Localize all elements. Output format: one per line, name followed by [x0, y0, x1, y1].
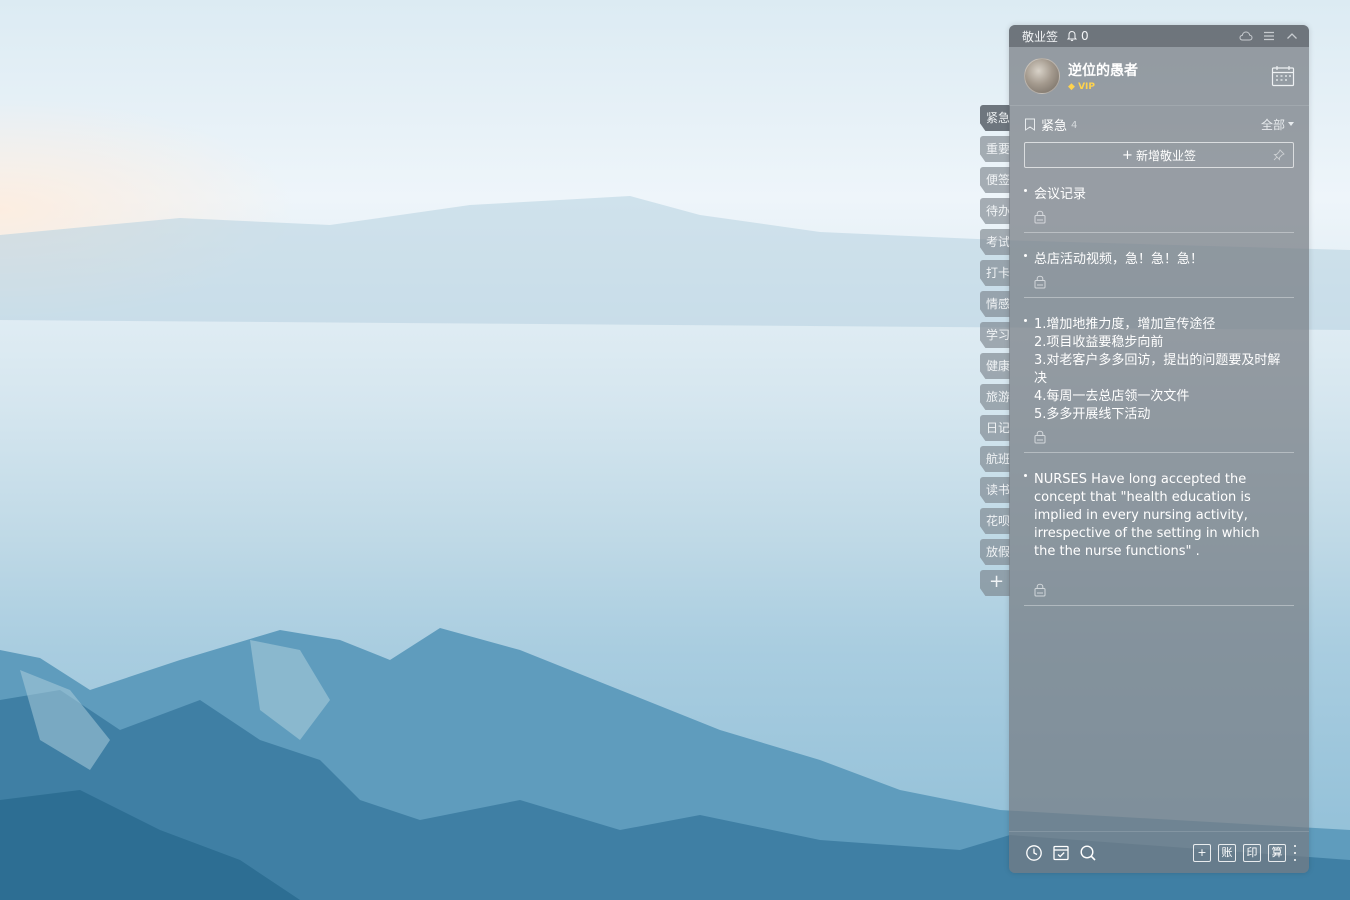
pin-icon[interactable] [1273, 149, 1285, 161]
note-text: 总店活动视频，急！急！急！ [1034, 252, 1204, 267]
checklist-icon[interactable] [1052, 844, 1070, 862]
app-title: 敬业签 [1022, 29, 1059, 44]
side-tab-holiday[interactable]: 放假 [980, 539, 1010, 565]
bullet-dot [1024, 474, 1027, 477]
category-side-tabs: 紧急 重要 便签 待办 考试 打卡 情感 学习 健康 旅游 日记 航班 读书 花… [980, 105, 1010, 601]
category-count: 4 [1071, 120, 1078, 131]
note-item[interactable]: NURSES Have long accepted the concept th… [1024, 471, 1294, 606]
vip-badge: ◆ VIP [1068, 82, 1271, 92]
side-tab-reading[interactable]: 读书 [980, 477, 1010, 503]
note-text: 会议记录 [1034, 187, 1087, 202]
avatar[interactable] [1024, 58, 1060, 94]
bullet-dot [1024, 189, 1027, 192]
clock-icon[interactable] [1025, 844, 1043, 862]
side-tab-health[interactable]: 健康 [980, 353, 1010, 379]
side-tab-flight[interactable]: 航班 [980, 446, 1010, 472]
bookmark-icon [1025, 118, 1035, 131]
side-tab-memo[interactable]: 便签 [980, 167, 1010, 193]
title-bar[interactable]: 敬业签 0 [1009, 25, 1309, 47]
side-tab-travel[interactable]: 旅游 [980, 384, 1010, 410]
note-item[interactable]: 1.增加地推力度，增加宣传途径 2.项目收益要稳步向前 3.对老客户多多回访，提… [1024, 316, 1294, 453]
caret-down-icon [1288, 122, 1294, 126]
side-tab-study[interactable]: 学习 [980, 322, 1010, 348]
side-tab-huabei[interactable]: 花呗 [980, 508, 1010, 534]
side-tab-emotion[interactable]: 情感 [980, 291, 1010, 317]
lock-icon[interactable] [1034, 275, 1046, 289]
cloud-icon[interactable] [1239, 29, 1253, 43]
stamp-tool-button[interactable]: 印 [1243, 843, 1261, 862]
calculator-tool-button[interactable]: 算 [1268, 843, 1286, 862]
bullet-dot [1024, 254, 1027, 257]
vip-label: VIP [1078, 82, 1095, 92]
more-icon[interactable] [1293, 844, 1297, 861]
add-note-label: 新增敬业签 [1135, 148, 1196, 163]
add-category-button[interactable]: + [980, 570, 1010, 596]
side-tab-important[interactable]: 重要 [980, 136, 1010, 162]
lock-icon[interactable] [1034, 210, 1046, 224]
note-line: 2.项目收益要稳步向前 [1034, 335, 1164, 350]
add-tool-button[interactable]: + [1193, 843, 1211, 862]
user-profile: 逆位的愚者 ◆ VIP [1009, 47, 1309, 106]
note-line: 3.对老客户多多回访，提出的问题要及时解 [1034, 353, 1281, 368]
reminder-count: 0 [1081, 29, 1089, 43]
user-name: 逆位的愚者 [1068, 63, 1138, 79]
filter-dropdown[interactable]: 全部 [1261, 116, 1294, 133]
chevron-up-icon[interactable] [1285, 29, 1299, 43]
note-item[interactable]: 总店活动视频，急！急！急！ [1024, 251, 1294, 298]
side-tab-todo[interactable]: 待办 [980, 198, 1010, 224]
category-name: 紧急 [1041, 118, 1068, 134]
note-line: 决 [1034, 371, 1048, 386]
bell-icon[interactable] [1066, 30, 1078, 42]
side-tab-checkin[interactable]: 打卡 [980, 260, 1010, 286]
lock-icon[interactable] [1034, 430, 1046, 444]
diamond-icon: ◆ [1068, 82, 1075, 92]
account-tool-button[interactable]: 账 [1218, 843, 1236, 862]
plus-icon: + [1122, 147, 1133, 163]
menu-icon[interactable] [1262, 29, 1276, 43]
bottom-toolbar: + 账 印 算 [1009, 831, 1309, 873]
note-text: NURSES Have long accepted the concept th… [1034, 472, 1260, 559]
category-header: 紧急 4 全部 [1009, 106, 1309, 134]
add-note-button[interactable]: + 新增敬业签 [1024, 142, 1294, 168]
filter-label: 全部 [1260, 117, 1285, 132]
side-tab-diary[interactable]: 日记 [980, 415, 1010, 441]
note-line: 5.多多开展线下活动 [1034, 407, 1151, 422]
note-item[interactable]: 会议记录 [1024, 186, 1294, 233]
notes-panel: 敬业签 0 逆位的愚者 ◆ VIP 紧急 4 全部 + 新增敬业签 会议记录 总… [1009, 25, 1309, 873]
calendar-icon[interactable] [1271, 65, 1295, 87]
search-icon[interactable] [1079, 844, 1097, 862]
note-line: 4.每周一去总店领一次文件 [1034, 389, 1190, 404]
side-tab-exam[interactable]: 考试 [980, 229, 1010, 255]
side-tab-urgent[interactable]: 紧急 [980, 105, 1010, 131]
notes-list: 会议记录 总店活动视频，急！急！急！ 1.增加地推力度，增加宣传途径 2.项目收… [1009, 186, 1309, 606]
bullet-dot [1024, 319, 1027, 322]
lock-icon[interactable] [1034, 583, 1046, 597]
note-line: 1.增加地推力度，增加宣传途径 [1034, 317, 1216, 332]
